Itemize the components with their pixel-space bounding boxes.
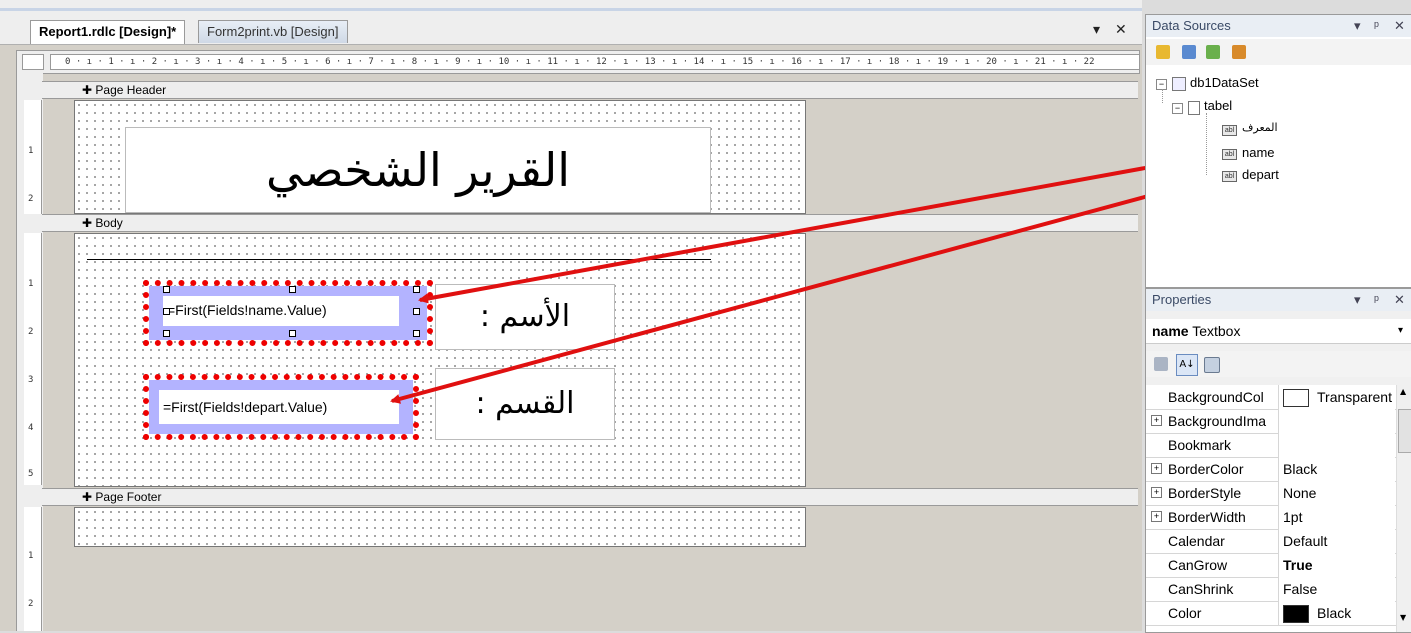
property-value[interactable]: Default (1278, 529, 1395, 553)
property-row[interactable]: BackgroundCol Transparent (1146, 385, 1411, 410)
property-value-text: Default (1283, 533, 1328, 549)
property-row[interactable]: + BackgroundIma (1146, 409, 1411, 434)
add-datasource-icon[interactable] (1156, 45, 1170, 59)
property-value[interactable]: False (1278, 577, 1395, 601)
property-row[interactable]: Color Black (1146, 601, 1411, 626)
properties-panel: Properties ▾ ᵖ ✕ name Textbox ▾ A↓ Backg… (1145, 288, 1411, 633)
close-panel-icon[interactable]: ✕ (1394, 15, 1405, 37)
color-swatch (1283, 605, 1309, 624)
properties-titlebar: Properties ▾ ᵖ ✕ (1146, 289, 1411, 311)
scroll-down-icon[interactable]: ▼ (1400, 613, 1406, 622)
property-value[interactable]: True (1278, 553, 1395, 577)
field-icon: abl (1222, 149, 1237, 160)
table-icon (1188, 101, 1200, 115)
tree-line (1206, 113, 1208, 175)
refresh-icon[interactable] (1232, 45, 1246, 59)
property-row[interactable]: + BorderColor Black (1146, 457, 1411, 482)
property-name: Bookmark (1168, 437, 1232, 453)
object-selector[interactable]: name Textbox ▾ (1146, 319, 1411, 344)
scroll-thumb[interactable] (1398, 409, 1411, 453)
property-grid: BackgroundCol Transparent + BackgroundIma Bo… (1146, 385, 1411, 632)
expand-icon[interactable]: + (1151, 511, 1162, 522)
field-icon: abl (1222, 171, 1237, 182)
panel-menu-icon[interactable]: ▾ (1354, 289, 1361, 311)
color-swatch (1283, 389, 1309, 408)
property-name: BorderColor (1168, 461, 1244, 477)
properties-title: Properties (1152, 292, 1212, 307)
expand-icon[interactable]: + (1151, 415, 1162, 426)
property-row[interactable]: Bookmark (1146, 433, 1411, 458)
expand-icon[interactable]: + (1151, 487, 1162, 498)
property-value[interactable]: Black (1278, 457, 1395, 481)
property-value-text: Transparent (1317, 389, 1392, 405)
configure-dataset-icon[interactable] (1206, 45, 1220, 59)
property-name: CanGrow (1168, 557, 1228, 573)
property-name: Calendar (1168, 533, 1225, 549)
object-name: name (1152, 323, 1189, 339)
arrow-name (418, 152, 1223, 304)
dataset-icon (1172, 77, 1186, 91)
property-value[interactable] (1278, 433, 1395, 457)
property-name: BorderWidth (1168, 509, 1246, 525)
tree-dataset[interactable]: db1DataSet (1190, 75, 1259, 90)
property-value[interactable]: None (1278, 481, 1395, 505)
pin-panel-icon[interactable]: ᵖ (1374, 15, 1379, 37)
close-panel-icon[interactable]: ✕ (1394, 289, 1405, 311)
property-row[interactable]: Calendar Default (1146, 529, 1411, 554)
panel-menu-icon[interactable]: ▾ (1354, 15, 1361, 37)
data-sources-titlebar: Data Sources ▾ ᵖ ✕ (1146, 15, 1411, 37)
pin-panel-icon[interactable]: ᵖ (1374, 289, 1379, 311)
expand-icon[interactable]: + (1151, 463, 1162, 474)
property-value-text: 1pt (1283, 509, 1303, 525)
tree-field-depart[interactable]: depart (1242, 167, 1279, 182)
property-row[interactable]: CanShrink False (1146, 577, 1411, 602)
property-name: BorderStyle (1168, 485, 1242, 501)
tree-line (1162, 89, 1164, 103)
property-name: Color (1168, 605, 1202, 621)
property-row[interactable]: + BorderWidth 1pt (1146, 505, 1411, 530)
collapse-icon[interactable]: − (1172, 103, 1183, 114)
properties-toolbar: A↓ (1146, 351, 1411, 377)
edit-dataset-icon[interactable] (1182, 45, 1196, 59)
tree-field-id[interactable]: المعرف (1242, 121, 1278, 134)
property-value-text: Black (1317, 605, 1352, 621)
object-type: Textbox (1192, 323, 1241, 339)
chevron-down-icon[interactable]: ▾ (1398, 319, 1403, 343)
property-name: BackgroundCol (1168, 389, 1264, 405)
property-value[interactable]: 1pt (1278, 505, 1395, 529)
property-value[interactable]: Transparent (1278, 385, 1395, 409)
data-sources-panel: Data Sources ▾ ᵖ ✕ − db1DataSet − tabel … (1145, 14, 1411, 288)
arrow-depart (390, 174, 1223, 404)
data-sources-toolbar (1146, 39, 1411, 65)
property-name: BackgroundIma (1168, 413, 1267, 429)
scroll-up-icon[interactable]: ▲ (1400, 387, 1406, 396)
property-value-text: None (1283, 485, 1317, 501)
data-sources-title: Data Sources (1152, 18, 1231, 33)
alphabetical-icon[interactable]: A↓ (1176, 354, 1198, 376)
tree-field-name[interactable]: name (1242, 145, 1275, 160)
report-designer: Report1.rdlc [Design]* Form2print.vb [De… (0, 0, 1223, 631)
property-row[interactable]: + BorderStyle None (1146, 481, 1411, 506)
property-value[interactable] (1278, 409, 1395, 433)
field-icon: abl (1222, 125, 1237, 136)
property-value-text: Black (1283, 461, 1318, 477)
property-value-text: False (1283, 581, 1318, 597)
tree-table[interactable]: tabel (1204, 98, 1232, 113)
data-sources-tree: − db1DataSet − tabel abl المعرف abl name… (1146, 71, 1411, 281)
property-scrollbar[interactable]: ▲ ▼ (1396, 385, 1411, 632)
property-name: CanShrink (1168, 581, 1234, 597)
categorized-icon[interactable] (1154, 357, 1168, 371)
property-row[interactable]: CanGrow True (1146, 553, 1411, 578)
property-pages-icon[interactable] (1204, 357, 1220, 373)
property-value-text: True (1283, 557, 1313, 573)
property-value[interactable]: Black (1278, 601, 1395, 625)
